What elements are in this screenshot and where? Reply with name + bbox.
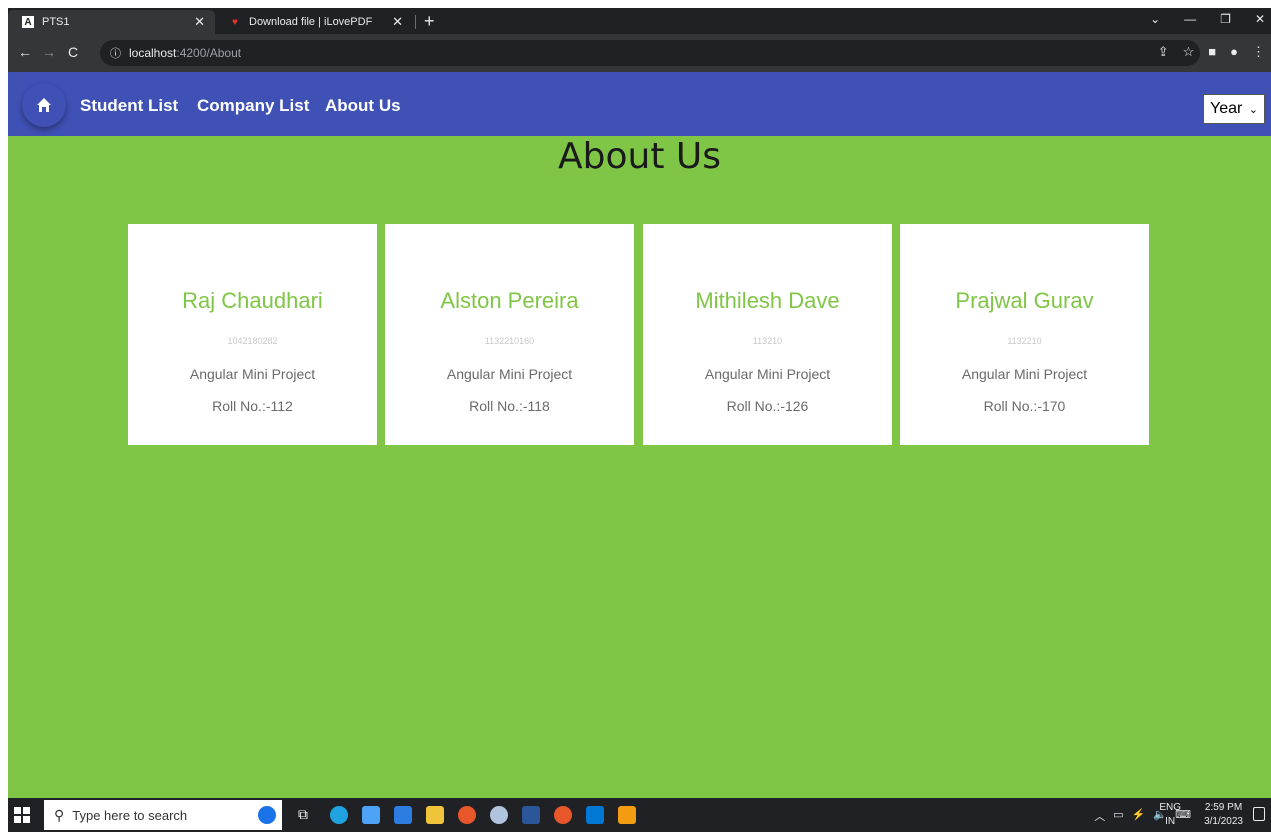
network-icon[interactable]: ⚡ [1132, 808, 1146, 824]
member-roll: Roll No.:-118 [469, 398, 550, 414]
home-icon [37, 98, 51, 112]
search-icon: ⚲ [54, 806, 65, 823]
app-icon[interactable] [490, 806, 508, 824]
lang-region: IN [1165, 816, 1176, 827]
member-project: Angular Mini Project [189, 366, 316, 382]
file-explorer-icon[interactable] [426, 806, 444, 824]
home-button[interactable] [22, 83, 66, 127]
member-name: Mithilesh Dave [695, 288, 840, 313]
year-select[interactable]: Year ⌄ [1203, 94, 1265, 124]
lang-code: ENG [1159, 802, 1181, 813]
restore-icon[interactable]: ❐ [1220, 12, 1231, 26]
task-view-icon[interactable]: ⧉ [298, 806, 316, 824]
chrome-icon[interactable] [458, 806, 476, 824]
chevron-down-icon[interactable]: ⌄ [1150, 12, 1160, 26]
vlc-icon[interactable] [618, 806, 636, 824]
bing-icon[interactable] [256, 804, 278, 826]
chevron-up-icon[interactable]: ︿ [1094, 808, 1105, 824]
star-icon[interactable]: ☆ [1183, 44, 1195, 60]
member-roll: Roll No.:-126 [726, 398, 809, 414]
member-id: 113210 [752, 336, 783, 346]
search-placeholder: Type here to search [72, 807, 188, 823]
share-icon[interactable]: ⇪ [1158, 44, 1169, 60]
app-navbar: Student List Company List About Us Year … [8, 72, 1271, 136]
windows-start-icon[interactable] [14, 807, 30, 823]
profile-icon[interactable]: ● [1230, 44, 1238, 60]
browser-window: A PTS1 ✕ ♥ Download file | iLovePDF ✕ + … [8, 8, 1271, 832]
windows-taskbar: ⚲ Type here to search ⧉ ︿ ▭ ⚡ 🔈 ⌨ ENG IN… [8, 798, 1271, 832]
store-icon[interactable] [362, 806, 380, 824]
member-name: Alston Pereira [440, 288, 579, 313]
tab-strip: A PTS1 ✕ ♥ Download file | iLovePDF ✕ + … [8, 8, 1271, 34]
member-card: Mithilesh Dave 113210 Angular Mini Proje… [643, 224, 892, 445]
nav-company-list[interactable]: Company List [197, 96, 309, 116]
language-indicator[interactable]: ENG IN [1159, 801, 1181, 829]
url-path: :4200/About [176, 46, 242, 60]
browser-toolbar: ← → C ⓘ localhost:4200/About ⇪ ☆ ■ ● ⋮ [8, 34, 1271, 72]
word-icon[interactable] [522, 806, 540, 824]
member-id: 1132210160 [484, 336, 535, 346]
tab-pts1[interactable]: A PTS1 ✕ [8, 10, 215, 34]
new-tab-icon[interactable]: + [424, 11, 435, 32]
year-select-value: Year [1210, 100, 1243, 117]
member-id: 1042180282 [227, 336, 278, 346]
tab-divider [415, 15, 416, 29]
close-icon[interactable]: ✕ [392, 14, 403, 30]
member-name: Raj Chaudhari [182, 288, 323, 313]
edge-icon[interactable] [330, 806, 348, 824]
address-bar[interactable]: ⓘ localhost:4200/About [100, 40, 1200, 66]
tab-title: Download file | iLovePDF [249, 16, 373, 28]
back-icon[interactable]: ← [18, 44, 32, 60]
taskbar-clock[interactable]: 2:59 PM 3/1/2023 [1204, 801, 1243, 829]
page-title: About Us [558, 136, 721, 177]
member-id: 1132210 [1007, 336, 1042, 346]
clock-time: 2:59 PM [1204, 802, 1243, 813]
angular-icon: A [22, 16, 34, 28]
forward-icon[interactable]: → [42, 44, 56, 60]
minimize-icon[interactable]: — [1184, 12, 1196, 26]
nav-about-us[interactable]: About Us [325, 96, 401, 116]
member-project: Angular Mini Project [446, 366, 573, 382]
url-host: localhost [129, 46, 177, 60]
member-card: Alston Pereira 1132210160 Angular Mini P… [385, 224, 634, 445]
member-roll: Roll No.:-112 [212, 398, 293, 414]
nav-student-list[interactable]: Student List [80, 96, 178, 116]
close-window-icon[interactable]: ✕ [1255, 12, 1265, 26]
vscode-icon[interactable] [586, 806, 604, 824]
member-project: Angular Mini Project [704, 366, 831, 382]
chrome-profile-icon[interactable] [554, 806, 572, 824]
battery-icon[interactable]: ▭ [1113, 808, 1123, 824]
window-controls: ⌄ — ❐ ✕ [1150, 12, 1265, 26]
member-card: Raj Chaudhari 1042180282 Angular Mini Pr… [128, 224, 377, 445]
mail-icon[interactable] [394, 806, 412, 824]
tab-ilovepdf[interactable]: ♥ Download file | iLovePDF ✕ [217, 10, 413, 34]
taskbar-search[interactable]: ⚲ Type here to search [44, 800, 282, 830]
reload-icon[interactable]: C [68, 44, 78, 60]
member-card: Prajwal Gurav 1132210 Angular Mini Proje… [900, 224, 1149, 445]
notification-icon[interactable] [1253, 807, 1265, 821]
member-name: Prajwal Gurav [955, 288, 1094, 313]
member-roll: Roll No.:-170 [983, 398, 1066, 414]
sidebar-icon[interactable]: ■ [1208, 44, 1216, 60]
tab-title: PTS1 [42, 16, 70, 28]
menu-icon[interactable]: ⋮ [1252, 44, 1265, 60]
about-content: About Us Raj Chaudhari 1042180282 Angula… [8, 136, 1271, 798]
ilovepdf-heart-icon: ♥ [232, 16, 238, 28]
close-icon[interactable]: ✕ [194, 14, 205, 30]
info-icon[interactable]: ⓘ [110, 45, 121, 61]
member-project: Angular Mini Project [961, 366, 1088, 382]
clock-date: 3/1/2023 [1204, 816, 1243, 827]
chevron-down-icon: ⌄ [1248, 103, 1258, 116]
toolbar-actions: ⇪ ☆ ■ ● ⋮ [1158, 44, 1265, 60]
